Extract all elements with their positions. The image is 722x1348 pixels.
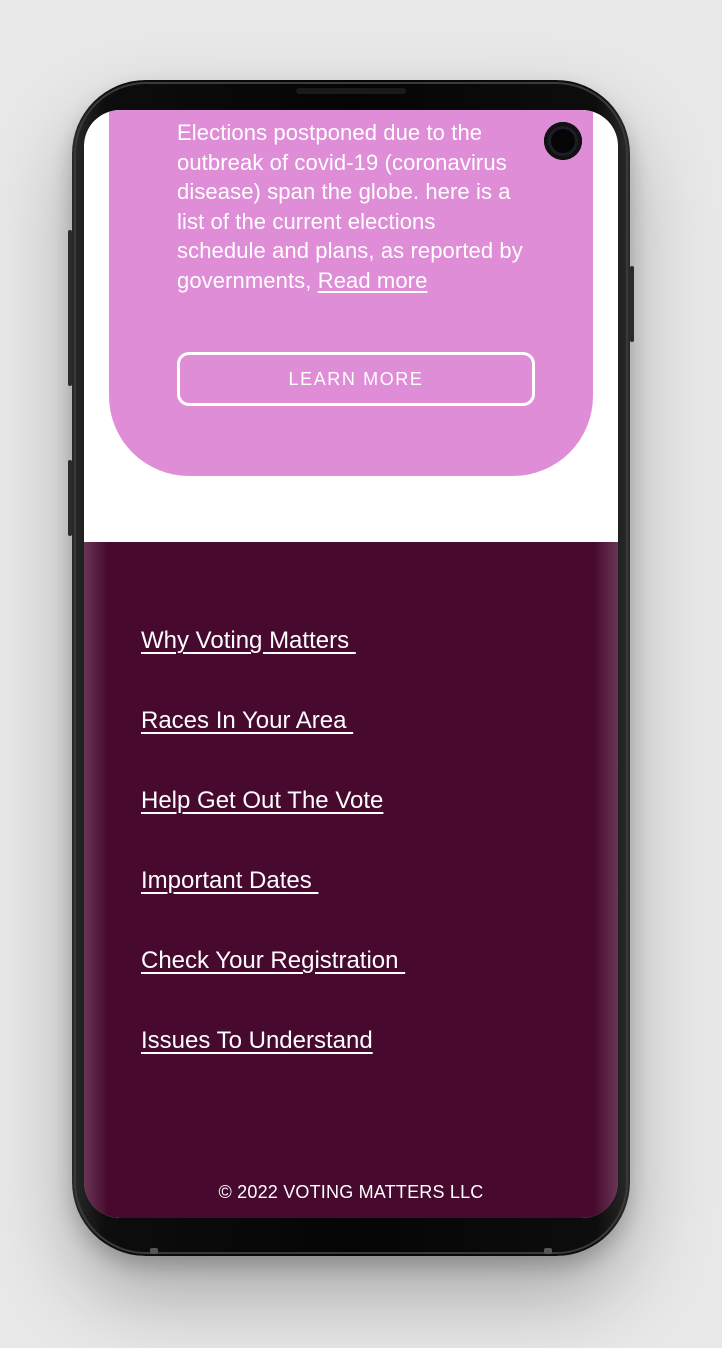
bottom-sensor bbox=[150, 1248, 158, 1254]
read-more-link[interactable]: Read more bbox=[318, 268, 428, 293]
footer-link-why-voting-matters[interactable]: Why Voting Matters bbox=[141, 626, 405, 655]
phone-screen: Elections postponed due to the outbreak … bbox=[84, 110, 618, 1218]
power-button bbox=[630, 266, 634, 342]
volume-button bbox=[68, 230, 72, 386]
footer-link-issues-to-understand[interactable]: Issues To Understand bbox=[141, 1026, 405, 1055]
site-footer: Why Voting Matters Races In Your Area He… bbox=[84, 542, 618, 1218]
side-button bbox=[68, 460, 72, 536]
footer-nav: Why Voting Matters Races In Your Area He… bbox=[141, 626, 405, 1106]
footer-link-races-in-your-area[interactable]: Races In Your Area bbox=[141, 706, 405, 735]
phone-frame: Elections postponed due to the outbreak … bbox=[68, 80, 634, 1256]
covid-elections-card: Elections postponed due to the outbreak … bbox=[109, 110, 593, 476]
front-camera-icon bbox=[544, 122, 582, 160]
footer-link-important-dates[interactable]: Important Dates bbox=[141, 866, 405, 895]
copyright-text: © 2022 VOTING MATTERS LLC bbox=[218, 1182, 484, 1202]
promo-text: Elections postponed due to the outbreak … bbox=[177, 118, 527, 295]
earpiece-speaker bbox=[296, 88, 406, 94]
footer-link-check-your-registration[interactable]: Check Your Registration bbox=[141, 946, 405, 975]
footer-link-help-get-out-the-vote[interactable]: Help Get Out The Vote bbox=[141, 786, 405, 815]
learn-more-button[interactable]: LEARN MORE bbox=[177, 352, 535, 406]
bottom-sensor bbox=[544, 1248, 552, 1254]
